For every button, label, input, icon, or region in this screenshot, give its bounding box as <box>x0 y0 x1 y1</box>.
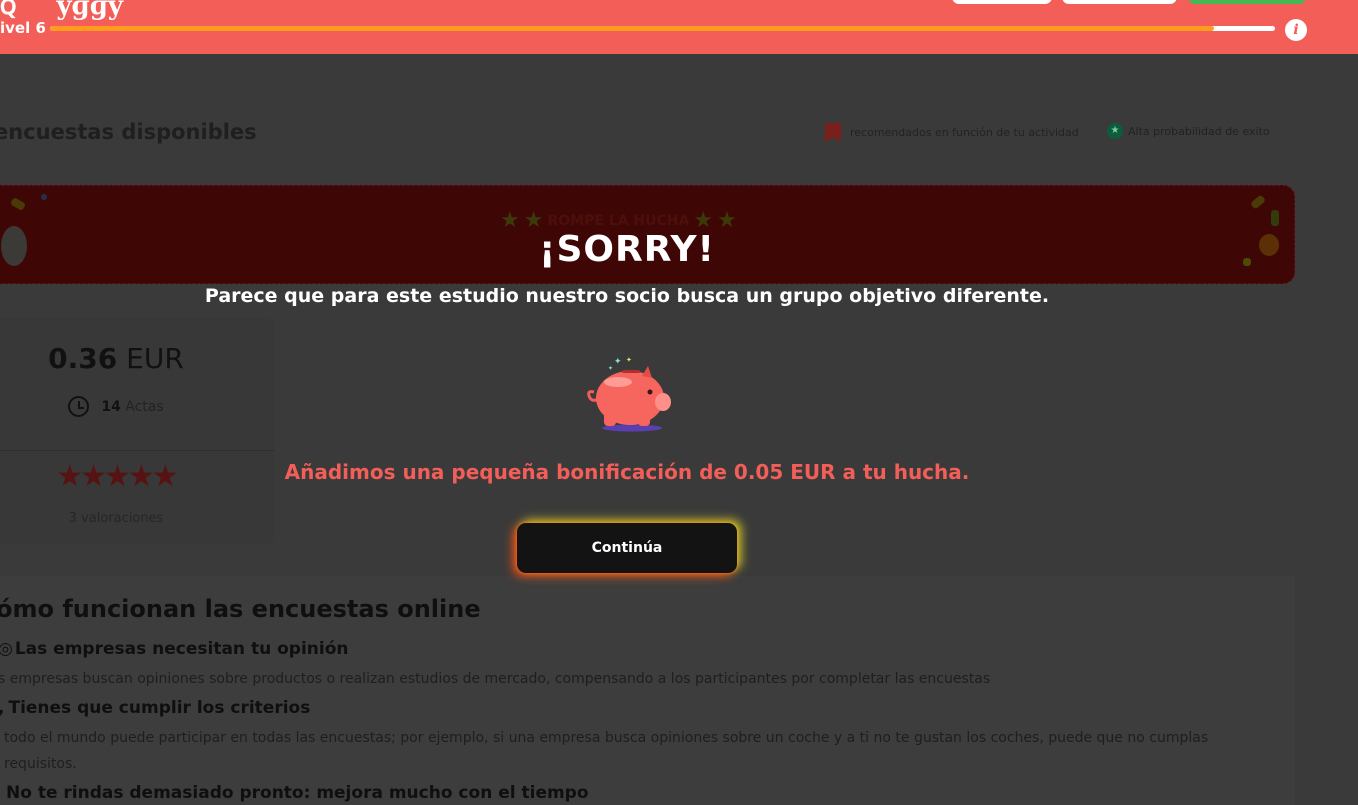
continue-button[interactable]: Continúa <box>517 523 737 573</box>
svg-text:✦: ✦ <box>614 357 622 367</box>
modal-overlay <box>0 0 1358 805</box>
piggy-bank-icon: ✦ ✦ ✦ <box>587 356 671 432</box>
modal-message: Parece que para este estudio nuestro soc… <box>204 285 1050 307</box>
svg-text:✦: ✦ <box>626 356 632 364</box>
bonus-message: Añadimos una pequeña bonificación de 0.0… <box>284 460 970 484</box>
svg-text:✦: ✦ <box>608 365 613 372</box>
modal-title: ¡SORRY! <box>539 229 715 270</box>
